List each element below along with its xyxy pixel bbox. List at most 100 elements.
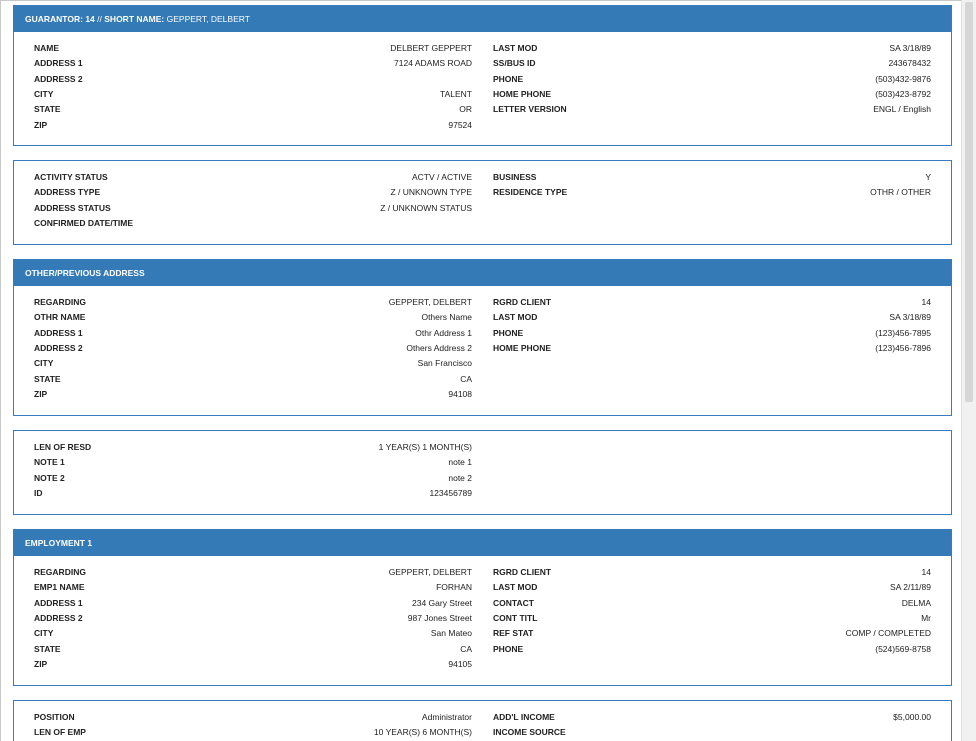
field-label: LEN OF EMP <box>34 727 86 738</box>
field-row: ADDRESS 1 Othr Address 1 <box>34 326 472 341</box>
guarantor-panel: GUARANTOR: 14 // SHORT NAME: GEPPERT, DE… <box>13 5 952 146</box>
field-row: NAME DELBERT GEPPERT <box>34 41 472 56</box>
employment-panel-header: EMPLOYMENT 1 <box>14 530 951 556</box>
employment-right-column: RGRD CLIENT 14 LAST MOD SA 2/11/89 CONTACT… <box>493 565 931 672</box>
field-value: 7124 ADAMS ROAD <box>394 58 472 69</box>
field-row: ID 123456789 <box>34 486 472 501</box>
other-address-left-column: REGARDING GEPPERT, DELBERT OTHR NAME Other… <box>34 295 472 402</box>
field-value: Z / UNKNOWN STATUS <box>380 202 472 213</box>
field-row: NOTE 1 note 1 <box>34 455 472 470</box>
field-value: GEPPERT, DELBERT <box>388 567 472 577</box>
field-row: ADDRESS 1 7124 ADAMS ROAD <box>34 56 472 71</box>
other-address-panel: OTHER/PREVIOUS ADDRESS REGARDING GEPPERT,… <box>13 259 952 416</box>
field-row: RGRD CLIENT 14 <box>493 295 931 310</box>
employment-left-column: REGARDING GEPPERT, DELBERT EMP1 NAME FORHA… <box>34 565 472 672</box>
field-row: OTHR NAME Others Name <box>34 310 472 325</box>
field-value: ENGL / English <box>873 104 931 115</box>
field-value: (123)456-7896 <box>875 343 931 354</box>
detail-scroll-area[interactable]: GUARANTOR: 14 // SHORT NAME: GEPPERT, DE… <box>0 0 962 741</box>
field-label: NAME <box>34 43 60 53</box>
field-label: ACTIVITY STATUS <box>34 172 108 182</box>
field-label: CITY <box>34 89 54 100</box>
field-label: HOME PHONE <box>493 343 552 354</box>
field-row: REGARDING GEPPERT, DELBERT <box>34 295 472 310</box>
field-row: ADDRESS 2 Others Address 2 <box>34 341 472 356</box>
guarantor-panel-body: NAME DELBERT GEPPERT ADDRESS 1 7124 ADAMS … <box>14 32 951 133</box>
field-value: Othr Address 1 <box>415 327 472 338</box>
field-row: CITY San Francisco <box>34 356 472 371</box>
field-value: Others Name <box>421 312 472 323</box>
field-row: CONT TITL Mr <box>493 611 931 626</box>
field-value: 94108 <box>448 389 472 400</box>
field-row: LAST MOD SA 3/18/89 <box>493 310 931 325</box>
field-value: (123)456-7895 <box>875 327 931 338</box>
field-label: REGARDING <box>34 297 86 307</box>
field-label: STATE <box>34 373 61 384</box>
field-row: ZIP 94105 <box>34 657 472 672</box>
field-label: BUSINESS <box>493 172 537 182</box>
field-value: 14 <box>921 567 931 577</box>
field-value: San Francisco <box>417 358 472 369</box>
guarantor-right-column: LAST MOD SA 3/18/89 SS/BUS ID 243678432 PH… <box>493 41 931 133</box>
field-label: LEN OF RESD <box>34 442 92 452</box>
field-label: ZIP <box>34 389 48 400</box>
field-label: ADDRESS STATUS <box>34 202 111 213</box>
field-label: POSITION <box>34 712 75 722</box>
field-label: ADDRESS 1 <box>34 327 83 338</box>
field-label: STATE <box>34 104 61 115</box>
field-label: ADDRESS 1 <box>34 597 83 608</box>
field-label: CONFIRMED DATE/TIME <box>34 218 134 229</box>
field-row: PHONE (524)569-8758 <box>493 642 931 657</box>
field-value: 243678432 <box>888 58 931 69</box>
field-label: LAST MOD <box>493 582 538 593</box>
field-label: LAST MOD <box>493 312 538 323</box>
field-value: DELBERT GEPPERT <box>390 43 472 53</box>
field-value: FORHAN <box>436 582 472 593</box>
field-row: REGARDING GEPPERT, DELBERT <box>34 565 472 580</box>
field-value: $5,000.00 <box>893 712 931 722</box>
field-row: ADD'L INCOME $5,000.00 <box>493 710 931 725</box>
field-value: Y <box>925 172 931 182</box>
field-label: LETTER VERSION <box>493 104 567 115</box>
field-value: Others Address 2 <box>406 343 472 354</box>
field-label: ADDRESS 2 <box>34 613 83 624</box>
employment-panel: EMPLOYMENT 1 REGARDING GEPPERT, DELBERT E… <box>13 529 952 686</box>
field-value: SA 3/18/89 <box>889 312 931 323</box>
header-separator: // <box>97 14 102 24</box>
field-row: STATE OR <box>34 102 472 117</box>
status-panel-body: ACTIVITY STATUS ACTV / ACTIVE ADDRESS TYP… <box>14 161 951 231</box>
field-row: ADDRESS 2 987 Jones Street <box>34 611 472 626</box>
field-value: Administrator <box>421 712 472 722</box>
field-label: ZIP <box>34 119 48 130</box>
field-value: SA 3/18/89 <box>889 43 931 53</box>
vertical-scrollbar[interactable] <box>961 0 976 741</box>
field-label: ADDRESS 1 <box>34 58 83 69</box>
field-label: REF STAT <box>493 628 534 639</box>
field-row: RGRD CLIENT 14 <box>493 565 931 580</box>
field-value: TALENT <box>440 89 472 100</box>
scrollbar-thumb[interactable] <box>965 2 973 402</box>
residence-panel-body: LEN OF RESD 1 YEAR(S) 1 MONTH(S) NOTE 1 no… <box>14 431 951 501</box>
field-label: PHONE <box>493 327 524 338</box>
field-label: CONTACT <box>493 597 534 608</box>
guarantor-id: 14 <box>85 14 95 24</box>
field-row: STATE CA <box>34 372 472 387</box>
field-row: EMP1 NAME FORHAN <box>34 580 472 595</box>
field-label: HOME PHONE <box>493 89 552 100</box>
field-row: ADDRESS STATUS Z / UNKNOWN STATUS <box>34 201 472 216</box>
field-row: STATE CA <box>34 642 472 657</box>
field-row: BUSINESS Y <box>493 170 931 185</box>
short-name-label: SHORT NAME: <box>104 14 165 24</box>
field-row: ADDRESS 2 <box>34 72 472 87</box>
field-value: Z / UNKNOWN TYPE <box>390 187 472 198</box>
field-value: 14 <box>921 297 931 307</box>
field-value: COMP / COMPLETED <box>845 628 931 639</box>
employment-detail-left-column: POSITION Administrator LEN OF EMP 10 YEAR(… <box>34 710 472 741</box>
field-label: NOTE 1 <box>34 457 65 468</box>
guarantor-panel-header: GUARANTOR: 14 // SHORT NAME: GEPPERT, DE… <box>14 6 951 32</box>
field-row: LEN OF EMP 10 YEAR(S) 6 MONTH(S) <box>34 725 472 740</box>
field-row: INCOME SOURCE <box>493 725 931 740</box>
field-label: RGRD CLIENT <box>493 297 552 307</box>
field-row: LAST MOD SA 3/18/89 <box>493 41 931 56</box>
field-value: note 2 <box>448 472 472 483</box>
